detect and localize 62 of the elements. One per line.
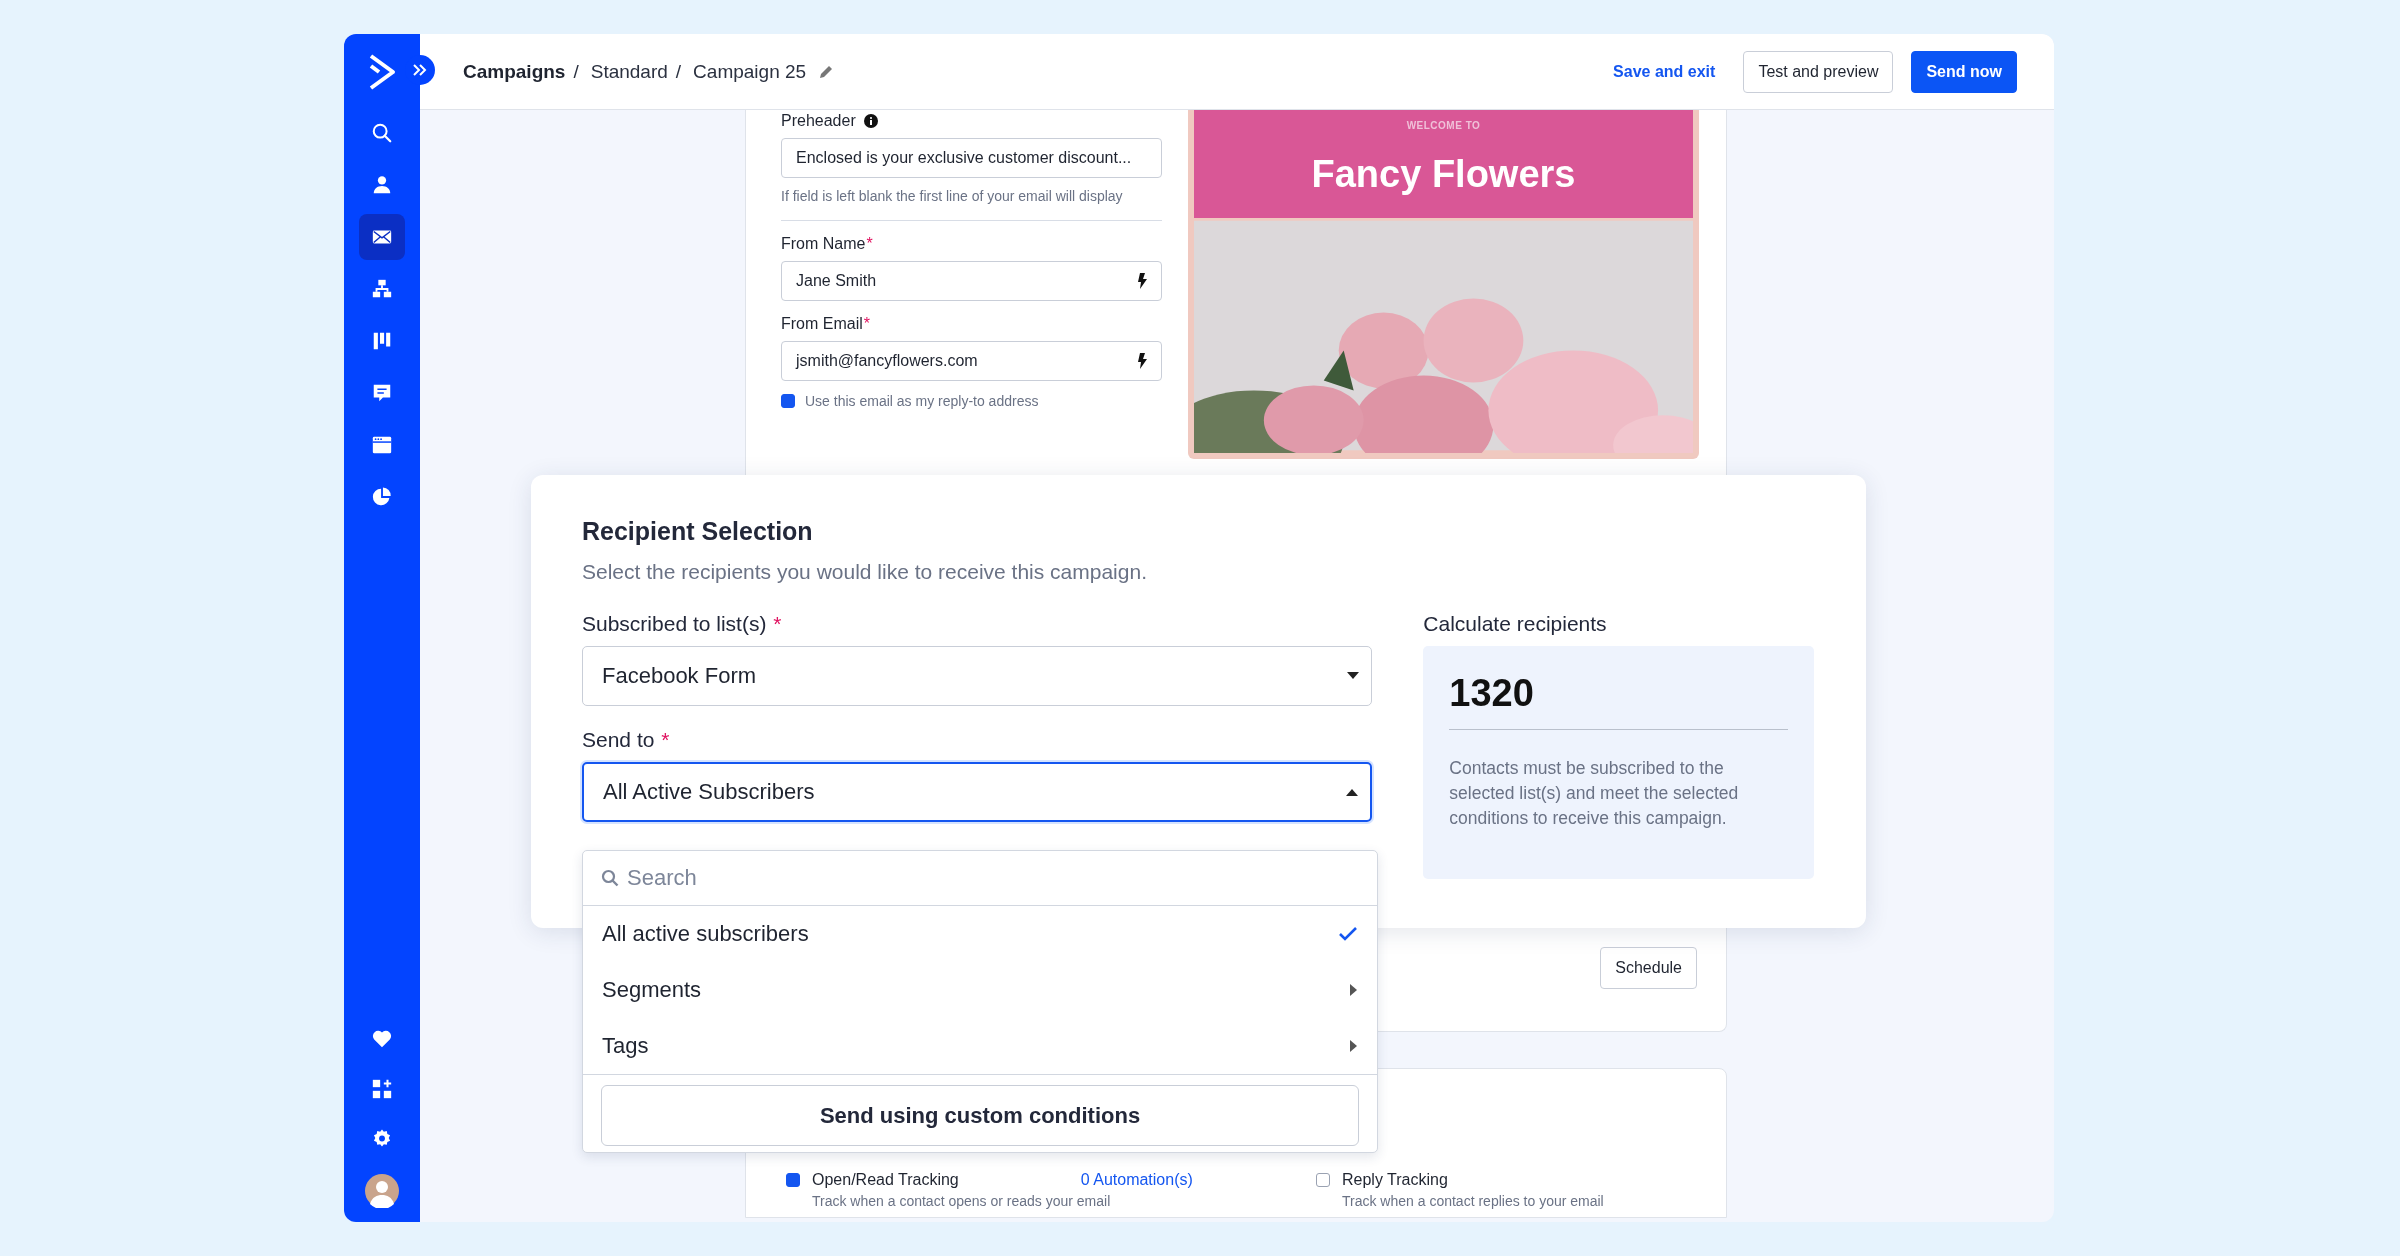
custom-conditions-button[interactable]: Send using custom conditions — [601, 1085, 1359, 1146]
person-icon — [371, 174, 393, 196]
dropdown-option[interactable]: All active subscribers — [583, 906, 1377, 962]
field-label: Send to * — [582, 728, 671, 752]
field-label: Subscribed to list(s) * — [582, 612, 783, 636]
breadcrumb-separator: / — [675, 60, 682, 83]
test-preview-button[interactable]: Test and preview — [1743, 50, 1894, 93]
preview-eyebrow: WELCOME TO — [1406, 120, 1481, 131]
columns-icon — [371, 330, 393, 352]
pie-chart-icon — [371, 486, 393, 508]
browser-icon — [371, 434, 393, 456]
caret-icon — [1346, 788, 1359, 796]
dropdown-option[interactable]: Tags — [583, 1018, 1377, 1074]
field-label: From Email* — [781, 315, 870, 333]
logo-icon[interactable] — [367, 52, 397, 92]
field-label: Preheader — [781, 112, 856, 130]
preview-title: Fancy Flowers — [1311, 153, 1576, 196]
input-field[interactable]: jsmith@fancyflowers.com — [781, 341, 1162, 381]
info-icon[interactable] — [863, 114, 878, 128]
hint-text: Track when a contact replies to your email — [1342, 1193, 1604, 1209]
section-label: Calculate recipients — [1423, 612, 1608, 636]
caret-right-icon — [1350, 984, 1357, 996]
recipient-count: 1320 — [1449, 672, 1535, 715]
grid-plus-icon — [371, 1078, 393, 1100]
dropdown-select[interactable]: Facebook Form — [582, 646, 1373, 706]
lightning-icon[interactable] — [1137, 273, 1147, 289]
input-field[interactable]: Enclosed is your exclusive customer discount... — [781, 138, 1162, 178]
card-title: Recipient Selection — [582, 517, 814, 546]
checkbox-label: Use this email as my reply-to address — [805, 393, 1039, 409]
breadcrumb-separator: / — [573, 60, 579, 83]
save-and-exit-link[interactable]: Save and exit — [1613, 62, 1716, 81]
hint-text: If field is left blank the first line of your email will display — [781, 188, 1124, 204]
dropdown-select[interactable]: All Active Subscribers — [582, 762, 1373, 822]
search-icon — [371, 122, 393, 144]
search-field[interactable]: Search — [627, 858, 1359, 898]
input-field[interactable]: Jane Smith — [781, 261, 1162, 301]
breadcrumb-link[interactable]: Standard — [590, 60, 668, 83]
search-icon — [601, 869, 619, 887]
hierarchy-icon — [371, 278, 393, 300]
card-subtitle: Select the recipients you would like to receive this campaign. — [582, 560, 1148, 584]
checkbox[interactable] — [781, 394, 795, 408]
sidebar-item[interactable] — [359, 214, 405, 260]
lightning-icon[interactable] — [1137, 353, 1147, 369]
hint-text: Track when a contact opens or reads your email — [812, 1193, 1112, 1209]
field-label: From Name* — [781, 235, 873, 253]
checkbox[interactable] — [1316, 1173, 1330, 1187]
checkbox[interactable] — [786, 1173, 800, 1187]
send-now-button[interactable]: Send now — [1911, 50, 2017, 93]
checkmark-icon — [1339, 927, 1357, 941]
caret-icon — [1347, 672, 1360, 680]
avatar[interactable] — [365, 1174, 399, 1208]
heart-icon — [371, 1028, 393, 1050]
schedule-button[interactable]: Schedule — [1600, 947, 1697, 989]
breadcrumb-link[interactable]: Campaigns — [463, 60, 566, 83]
chat-icon — [371, 382, 393, 404]
note-text: Contacts must be subscribed to the selected list(s) and meet the selected conditions to receive this campaign. — [1449, 757, 1740, 830]
checkbox-label: Open/Read Tracking — [812, 1171, 959, 1189]
caret-right-icon — [1350, 1040, 1357, 1052]
automations-link[interactable]: 0 Automation(s) — [1080, 1171, 1193, 1189]
dropdown-option[interactable]: Segments — [583, 962, 1377, 1018]
pencil-icon[interactable] — [818, 63, 835, 80]
checkbox-label: Reply Tracking — [1342, 1171, 1448, 1189]
